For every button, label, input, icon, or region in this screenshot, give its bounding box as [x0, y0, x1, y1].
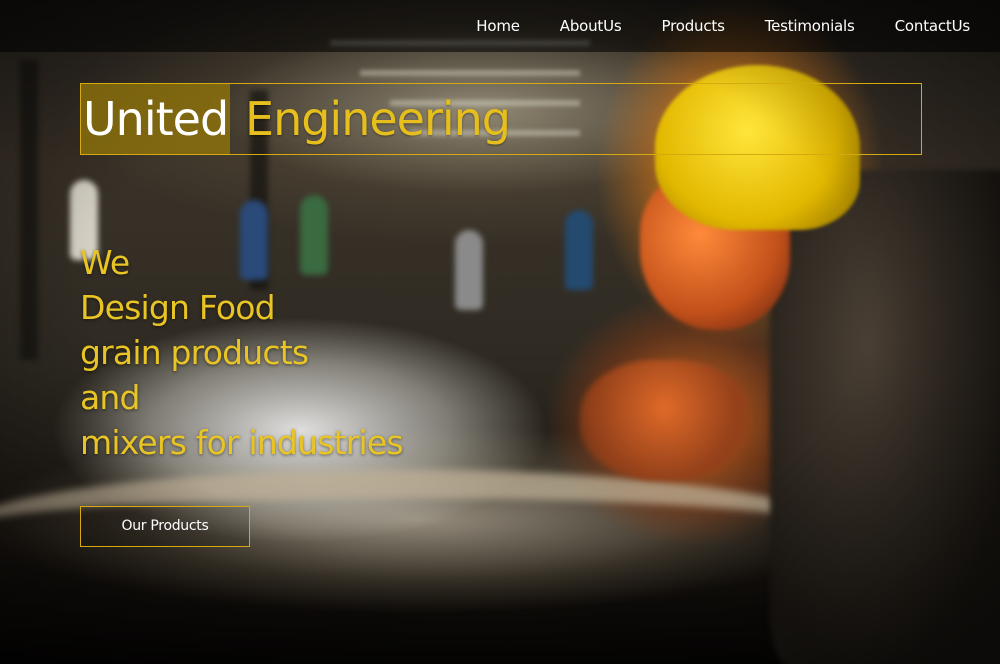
- tagline-line: mixers for industries: [80, 423, 404, 462]
- nav-aboutus[interactable]: AboutUs: [560, 17, 622, 35]
- nav-contactus[interactable]: ContactUs: [895, 17, 971, 35]
- hero-section: Home AboutUs Products Testimonials Conta…: [0, 0, 1000, 664]
- our-products-button[interactable]: Our Products: [80, 506, 250, 547]
- nav-products[interactable]: Products: [662, 17, 725, 35]
- brand-name-first: United: [81, 84, 231, 154]
- tagline-line: and: [80, 378, 140, 417]
- brand-logo: United Engineering: [80, 83, 922, 155]
- nav-testimonials[interactable]: Testimonials: [765, 17, 855, 35]
- tagline-line: Design Food: [80, 288, 276, 327]
- top-navbar: Home AboutUs Products Testimonials Conta…: [0, 0, 1000, 52]
- hero-tagline: We Design Food grain products and mixers…: [80, 240, 404, 465]
- tagline-line: grain products: [80, 333, 309, 372]
- tagline-line: We: [80, 243, 130, 282]
- brand-name-second: Engineering: [245, 92, 511, 146]
- nav-home[interactable]: Home: [476, 17, 520, 35]
